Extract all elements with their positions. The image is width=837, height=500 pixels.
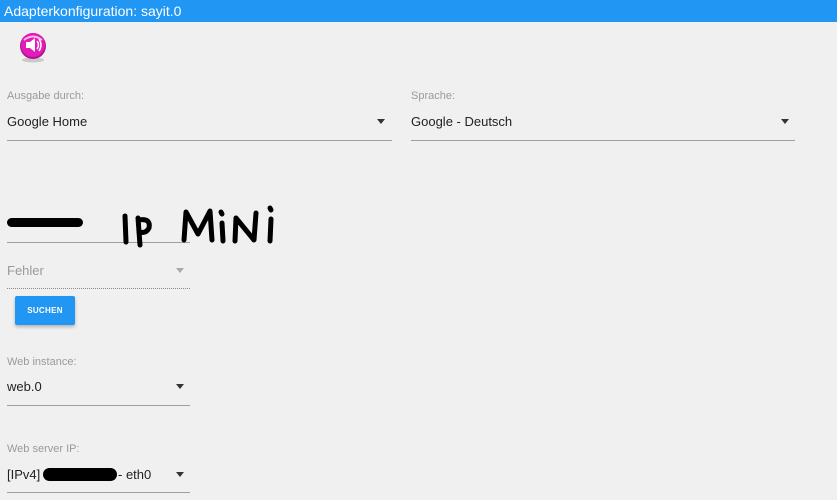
web-instance-underline bbox=[7, 405, 190, 406]
window-title: Adapterkonfiguration: sayit.0 bbox=[0, 0, 837, 22]
chevron-down-icon[interactable] bbox=[176, 268, 184, 273]
language-value: Google - Deutsch bbox=[411, 114, 513, 129]
redaction-mark bbox=[43, 468, 117, 481]
sayit-speaker-icon bbox=[20, 33, 46, 63]
web-server-ip-label: Web server IP: bbox=[7, 443, 80, 455]
chevron-down-icon[interactable] bbox=[176, 384, 184, 389]
chevron-down-icon[interactable] bbox=[781, 119, 789, 124]
search-button[interactable]: SUCHEN bbox=[15, 296, 75, 325]
web-instance-select[interactable]: Web instance: web.0 bbox=[7, 356, 190, 408]
web-instance-value: web.0 bbox=[7, 379, 42, 394]
output-select[interactable]: Ausgabe durch: Google Home bbox=[7, 90, 392, 142]
web-instance-label: Web instance: bbox=[7, 356, 77, 368]
web-server-ip-select[interactable]: Web server IP: [IPv4] - eth0 bbox=[7, 443, 190, 495]
chevron-down-icon[interactable] bbox=[176, 472, 184, 477]
language-underline bbox=[411, 140, 795, 141]
web-server-ip-suffix: - eth0 bbox=[118, 467, 152, 482]
web-server-ip-prefix: [IPv4] bbox=[7, 467, 41, 482]
device-value: Fehler bbox=[7, 263, 44, 278]
output-value: Google Home bbox=[7, 114, 88, 129]
chevron-down-icon[interactable] bbox=[377, 119, 385, 124]
device-select[interactable]: Fehler bbox=[7, 262, 190, 292]
language-select[interactable]: Sprache: Google - Deutsch bbox=[411, 90, 795, 142]
web-server-ip-underline bbox=[7, 492, 190, 493]
output-label: Ausgabe durch: bbox=[7, 90, 85, 102]
language-label: Sprache: bbox=[411, 90, 456, 102]
output-underline bbox=[7, 140, 392, 141]
device-underline bbox=[7, 288, 190, 289]
handwritten-annotation bbox=[122, 205, 274, 248]
adapter-config-page: Adapterkonfiguration: sayit.0 Ausgabe du… bbox=[0, 0, 837, 500]
redaction-mark bbox=[7, 218, 83, 227]
